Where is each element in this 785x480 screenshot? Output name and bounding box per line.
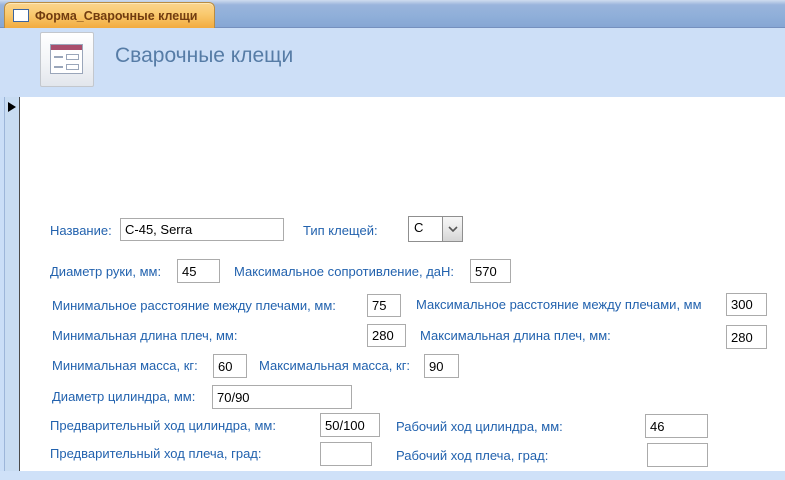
label-min-dlina-plech: Минимальная длина плеч, мм: [52,328,238,343]
label-max-soprotivlenie: Максимальное сопротивление, даН: [234,264,455,279]
chevron-down-icon [447,226,458,232]
page-title: Сварочные клещи [115,44,294,67]
label-max-dlina-plech: Максимальная длина плеч, мм: [420,328,611,343]
label-diametr-cilindra: Диаметр цилиндра, мм: [52,389,196,404]
form-logo-button [40,32,94,87]
label-min-massa: Минимальная масса, кг: [52,358,198,373]
label-min-rasstoyanie: Минимальное расстояние между плечами, мм… [52,298,336,313]
current-record-arrow-icon [8,102,16,112]
field-max-soprotivlenie[interactable] [470,259,511,283]
tab-forma-svarochnye-kleshchi[interactable]: Форма_Сварочные клещи [4,2,215,28]
field-diametr-ruki[interactable] [177,259,220,283]
label-tip-kleshchey: Тип клещей: [303,223,378,238]
form-window-icon [50,44,83,74]
label-nazvanie: Название: [50,223,112,238]
field-diametr-cilindra[interactable] [212,385,352,409]
label-predv-hod-cilindra: Предварительный ход цилиндра, мм: [50,418,276,433]
record-selector-bar[interactable] [4,97,20,471]
tab-bar: Форма_Сварочные клещи [0,0,785,28]
bottom-edge [0,471,785,480]
field-nazvanie[interactable] [120,218,284,241]
field-min-massa[interactable] [213,354,247,378]
label-max-massa: Максимальная масса, кг: [259,358,411,373]
form-body: Название: Тип клещей: C Диаметр руки, мм… [0,97,785,480]
tab-label: Форма_Сварочные клещи [35,8,198,23]
field-max-rasstoyanie[interactable] [726,293,767,316]
label-diametr-ruki: Диаметр руки, мм: [50,264,162,279]
label-rabochiy-hod-cilindra: Рабочий ход цилиндра, мм: [396,419,563,434]
combo-tip-kleshchey[interactable]: C [408,216,463,242]
field-predv-hod-plecha[interactable] [320,442,372,466]
field-predv-hod-cilindra[interactable] [320,413,380,437]
field-min-rasstoyanie[interactable] [367,294,401,317]
field-max-massa[interactable] [424,354,459,378]
field-rabochiy-hod-cilindra[interactable] [645,414,708,438]
field-max-dlina-plech[interactable] [726,325,767,349]
label-rabochiy-hod-plecha: Рабочий ход плеча, град: [396,448,549,463]
access-window: Форма_Сварочные клещи Сварочные клещи На… [0,0,785,480]
field-rabochiy-hod-plecha[interactable] [647,443,708,467]
label-max-rasstoyanie: Максимальное расстояние между плечами, м… [416,297,702,312]
form-window-icon [13,9,29,22]
icon-titlebar [51,45,82,50]
combo-dropdown-button[interactable] [442,217,462,241]
field-min-dlina-plech[interactable] [367,324,406,347]
form-header: Сварочные клещи [0,28,785,97]
label-predv-hod-plecha: Предварительный ход плеча, град: [50,446,262,461]
combo-value: C [414,220,424,235]
